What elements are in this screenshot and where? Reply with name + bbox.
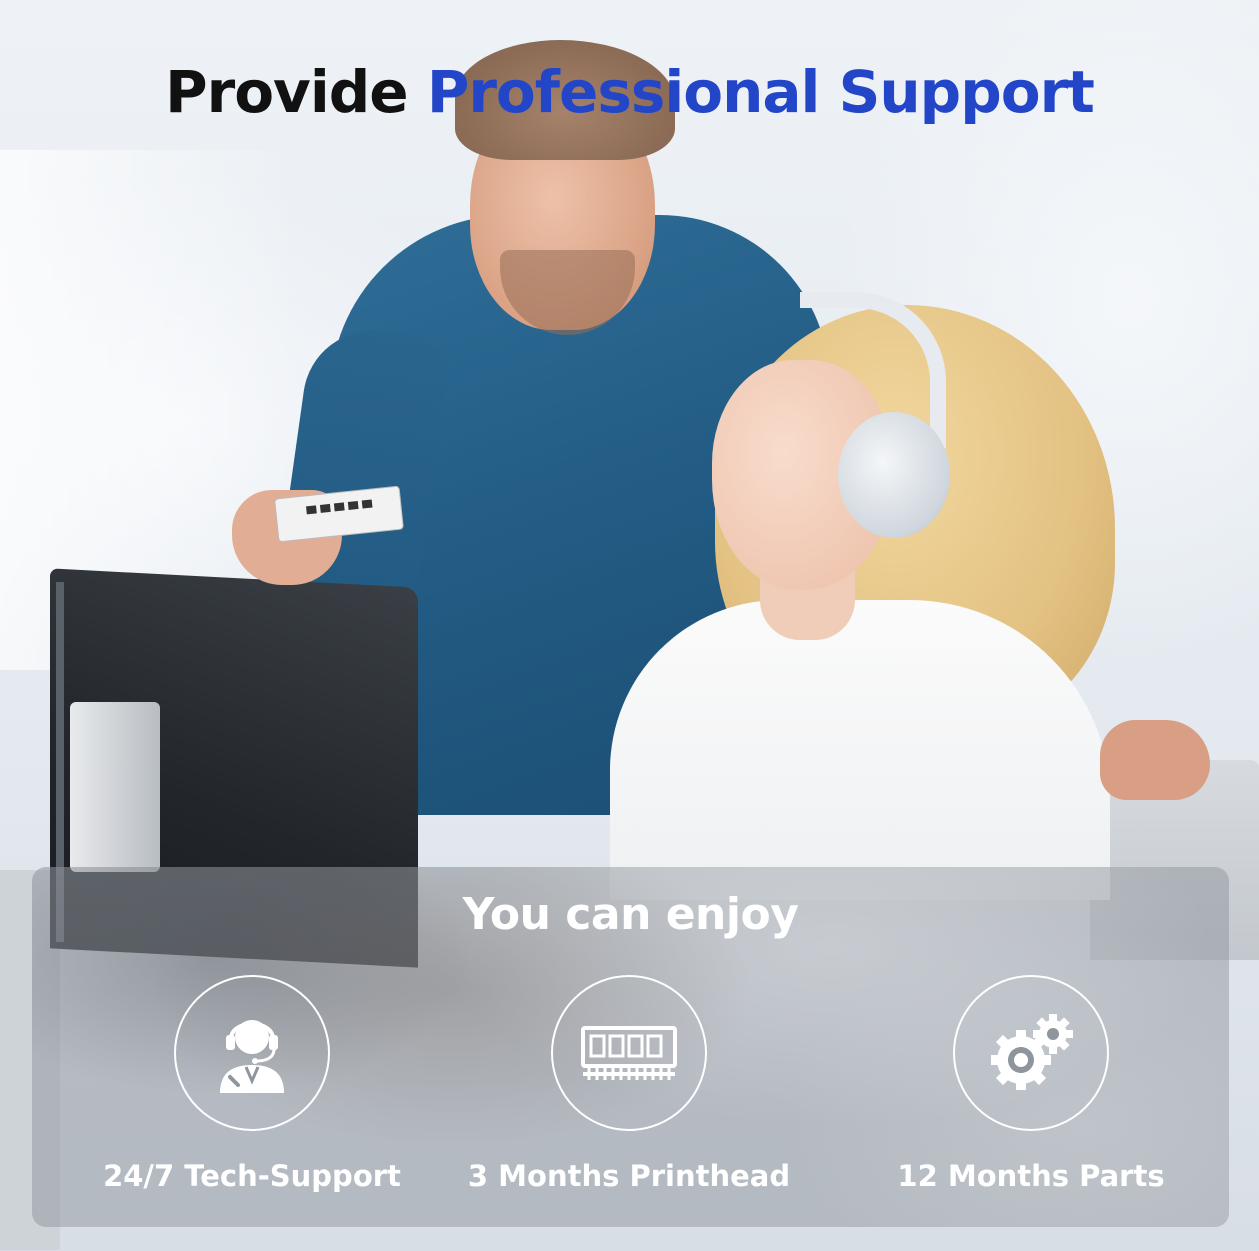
feature-icon-ring: [953, 975, 1109, 1131]
feature-icon-ring: [551, 975, 707, 1131]
gears-icon: [991, 1014, 1073, 1090]
feature-printhead: 3 Months Printhead: [429, 975, 829, 1215]
page-headline: Provide Professional Support: [0, 58, 1259, 126]
panel-title: You can enjoy: [462, 889, 799, 940]
headline-accent: Professional Support: [426, 58, 1095, 126]
feature-label: 12 Months Parts: [897, 1159, 1165, 1193]
headphone-earcup: [838, 412, 950, 538]
feature-parts: 12 Months Parts: [831, 975, 1229, 1215]
monitor-stand: [70, 702, 160, 872]
printhead-icon: [581, 1026, 677, 1080]
feature-icon-ring: [174, 975, 330, 1131]
benefits-panel: You can enjoy 24/7 Tech-Support 3 Months…: [32, 867, 1229, 1227]
man-hand-on-chair: [1100, 720, 1210, 800]
feature-tech-support: 24/7 Tech-Support: [52, 975, 452, 1215]
woman-shirt: [610, 600, 1110, 900]
feature-label: 24/7 Tech-Support: [103, 1159, 401, 1193]
feature-label: 3 Months Printhead: [467, 1159, 791, 1193]
support-agent-icon: [220, 1020, 284, 1093]
headline-lead: Provide: [165, 58, 409, 126]
